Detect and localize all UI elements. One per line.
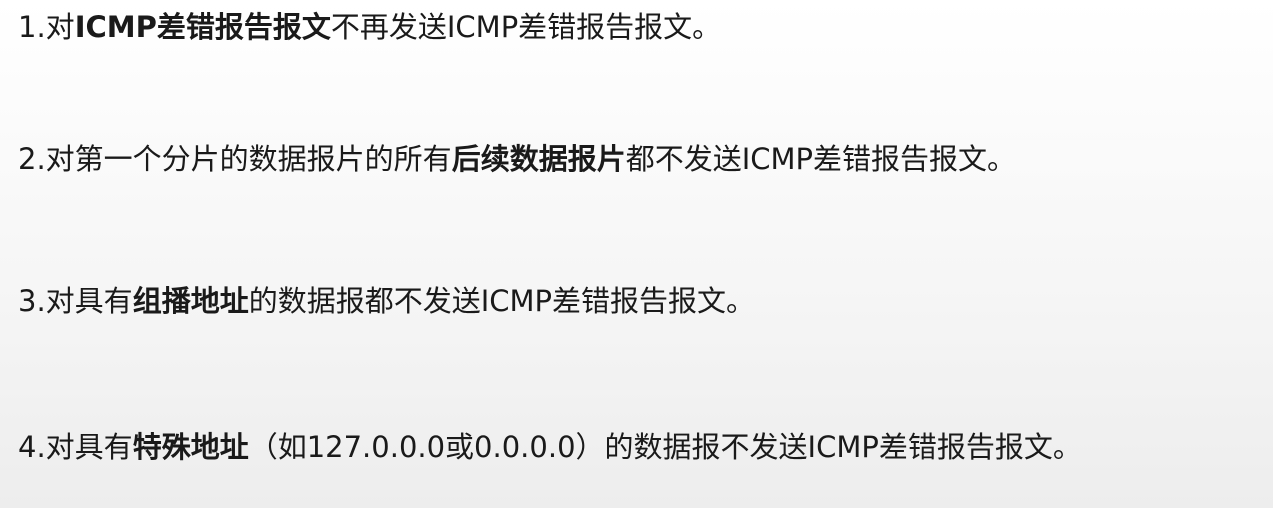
rule-item-1: 1.对ICMP差错报告报文不再发送ICMP差错报告报文。 (18, 7, 721, 47)
rule-text: 对第一个分片的数据报片的所有 (45, 142, 452, 176)
rule-item-4: 4.对具有特殊地址（如127.0.0.0或0.0.0.0）的数据报不发送ICMP… (18, 427, 1082, 467)
rule-text: 对 (45, 10, 75, 44)
rule-text: 不再发送ICMP差错报告报文。 (330, 10, 722, 44)
rule-text: 对具有 (45, 284, 133, 318)
rule-emphasis: ICMP差错报告报文 (74, 10, 331, 44)
rule-text: （如127.0.0.0或0.0.0.0）的数据报不发送ICMP差错报告报文。 (248, 430, 1082, 464)
rule-number: 3. (18, 284, 46, 318)
rule-number: 4. (18, 430, 46, 464)
rule-list: 1.对ICMP差错报告报文不再发送ICMP差错报告报文。 2.对第一个分片的数据… (0, 0, 1273, 508)
rule-text: 的数据报都不发送ICMP差错报告报文。 (248, 284, 756, 318)
rule-number: 1. (18, 10, 46, 44)
rule-item-2: 2.对第一个分片的数据报片的所有后续数据报片都不发送ICMP差错报告报文。 (18, 139, 1016, 179)
rule-item-3: 3.对具有组播地址的数据报都不发送ICMP差错报告报文。 (18, 281, 755, 321)
rule-emphasis: 特殊地址 (132, 430, 249, 464)
rule-emphasis: 组播地址 (132, 284, 249, 318)
rule-text: 都不发送ICMP差错报告报文。 (625, 142, 1017, 176)
rule-number: 2. (18, 142, 46, 176)
rule-text: 对具有 (45, 430, 133, 464)
rule-emphasis: 后续数据报片 (451, 142, 626, 176)
